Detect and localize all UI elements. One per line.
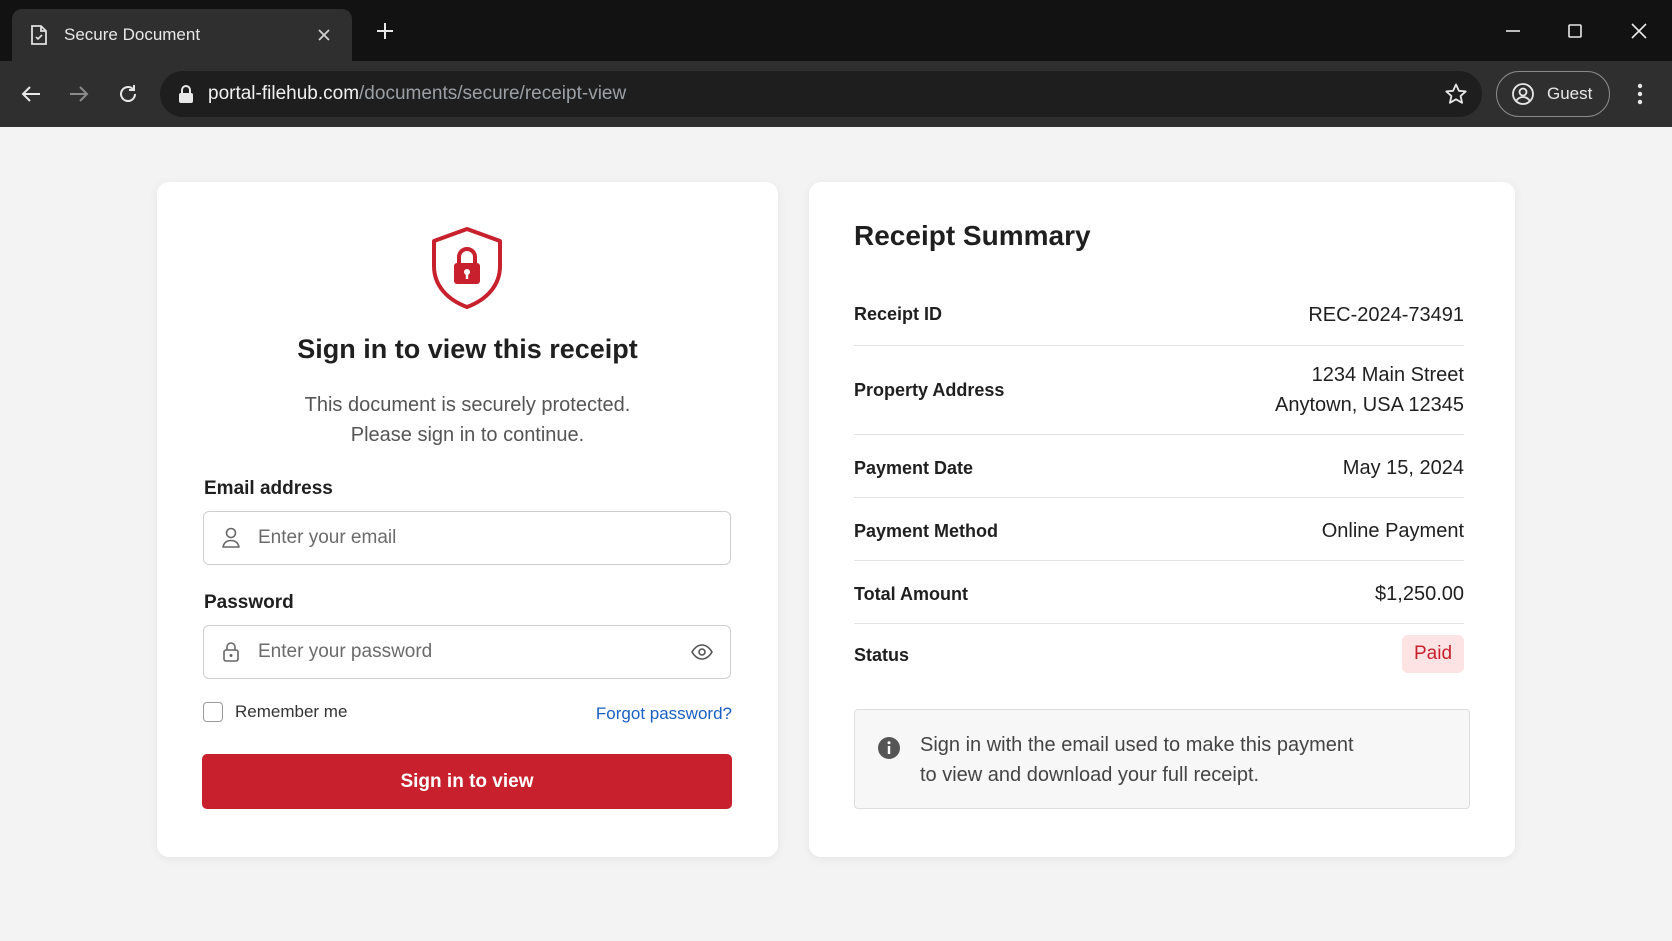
document-icon <box>28 24 50 46</box>
login-title: Sign in to view this receipt <box>297 334 638 364</box>
maximize-icon[interactable] <box>1558 14 1592 48</box>
new-tab-icon[interactable] <box>372 18 398 44</box>
browser-tab[interactable]: Secure Document <box>12 9 352 61</box>
summary-row-payment-method: Payment Method Online Payment <box>854 498 1464 561</box>
password-field[interactable]: Enter your password <box>203 625 731 679</box>
login-subtitle: This document is securely protected. Ple… <box>304 394 631 446</box>
shield-lock-icon <box>430 226 504 310</box>
summary-row-property-address: Property Address 1234 Main Street Anytow… <box>854 346 1464 435</box>
address-bar[interactable]: portal-filehub.com/documents/secure/rece… <box>160 71 1482 117</box>
remember-me-checkbox[interactable] <box>203 702 223 722</box>
browser-toolbar: portal-filehub.com/documents/secure/rece… <box>0 61 1672 127</box>
tab-title: Secure Document <box>64 25 201 44</box>
bookmark-star-icon[interactable] <box>1444 82 1468 106</box>
email-field[interactable]: Enter your email <box>203 511 731 565</box>
remember-me-label: Remember me <box>235 702 348 721</box>
profile-button[interactable]: Guest <box>1496 71 1610 117</box>
info-text: Sign in with the email used to make this… <box>920 734 1354 786</box>
summary-row-payment-date: Payment Date May 15, 2024 <box>854 435 1464 498</box>
close-tab-icon[interactable] <box>312 23 336 47</box>
forward-icon[interactable] <box>63 78 95 110</box>
email-label: Email address <box>204 478 333 499</box>
forgot-password-link[interactable]: Forgot password? <box>596 704 732 724</box>
summary-title: Receipt Summary <box>854 220 1091 251</box>
summary-row-receipt-id: Receipt ID REC-2024-73491 <box>854 300 1464 346</box>
padlock-icon <box>220 641 242 663</box>
receipt-summary-card: Receipt Summary Receipt ID REC-2024-7349… <box>809 182 1515 857</box>
sign-in-button[interactable]: Sign in to view <box>202 754 732 809</box>
back-icon[interactable] <box>15 78 47 110</box>
summary-row-total-amount: Total Amount $1,250.00 <box>854 561 1464 624</box>
browser-tab-bar: Secure Document <box>0 0 1672 61</box>
close-window-icon[interactable] <box>1622 14 1656 48</box>
minimize-icon[interactable] <box>1496 14 1530 48</box>
url-text: portal-filehub.com/documents/secure/rece… <box>208 83 627 104</box>
user-icon <box>220 527 242 549</box>
reload-icon[interactable] <box>112 78 144 110</box>
summary-row-status: Status Paid <box>854 635 1464 675</box>
status-badge: Paid <box>1402 635 1464 673</box>
more-menu-icon[interactable] <box>1628 79 1652 109</box>
lock-icon[interactable] <box>178 84 194 104</box>
email-placeholder: Enter your email <box>258 527 397 548</box>
login-card: Sign in to view this receipt This docume… <box>157 182 778 857</box>
info-notice: Sign in with the email used to make this… <box>854 709 1470 809</box>
password-label: Password <box>204 592 294 613</box>
password-placeholder: Enter your password <box>258 641 433 662</box>
info-icon <box>877 736 901 760</box>
remember-me: Remember me <box>203 702 347 722</box>
show-password-icon[interactable] <box>690 640 714 664</box>
account-circle-icon <box>1511 82 1535 106</box>
profile-label: Guest <box>1547 84 1593 103</box>
